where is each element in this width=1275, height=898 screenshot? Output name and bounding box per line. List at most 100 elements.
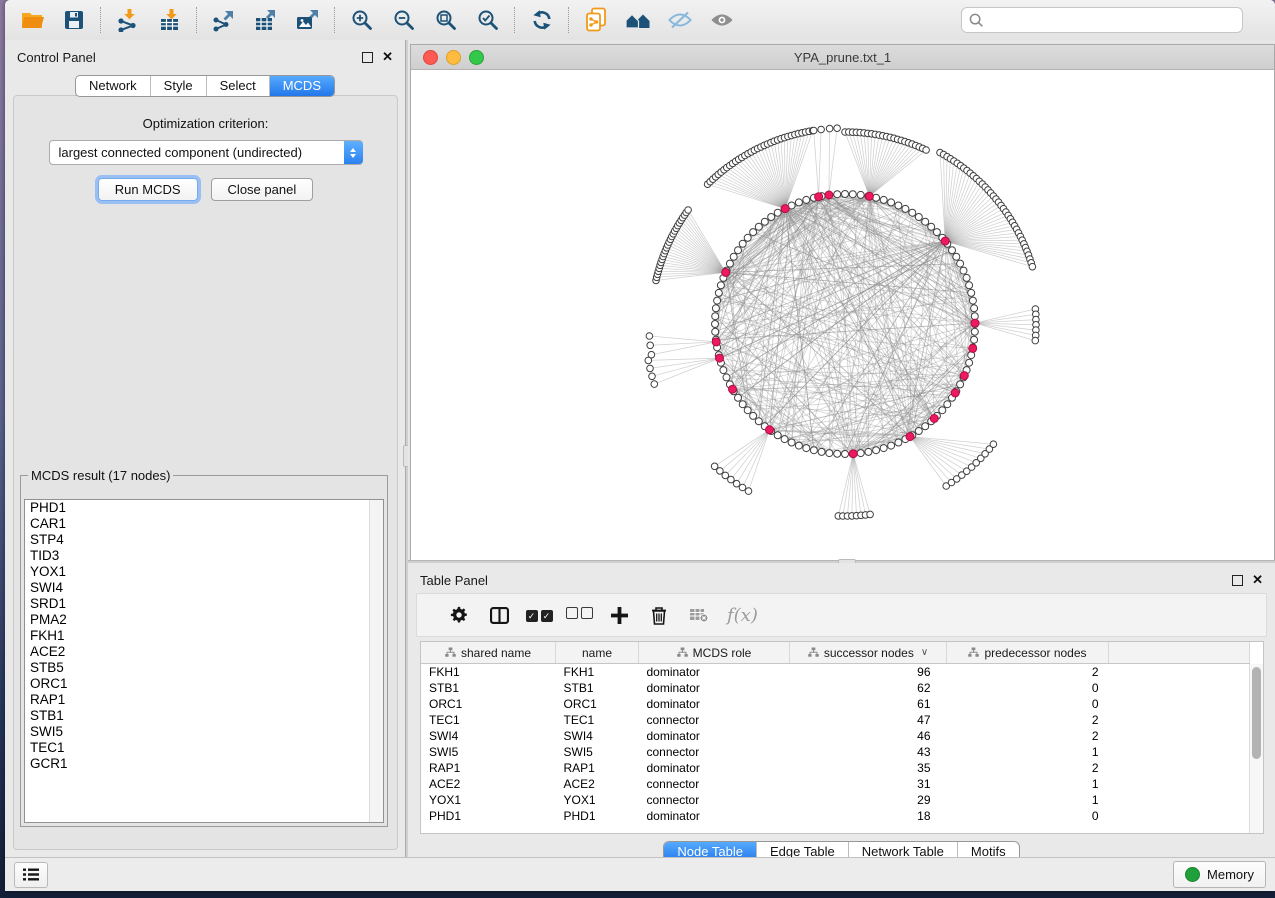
result-node-item[interactable]: STB1 [25,708,383,724]
control-panel-tabs: NetworkStyleSelectMCDS [75,75,335,97]
column-view-button[interactable] [479,607,519,624]
result-node-item[interactable]: FKH1 [25,628,383,644]
close-panel-button[interactable]: Close panel [211,178,314,201]
network-window-titlebar[interactable]: YPA_prune.txt_1 [411,45,1274,70]
zoom-selected-button[interactable] [467,4,509,36]
mcds-result-group: MCDS result (17 nodes) PHD1CAR1STP4TID3Y… [20,468,388,827]
zoom-out-button[interactable] [383,4,425,36]
column-header-successor-nodes[interactable]: successor nodes∨ [790,642,947,664]
network-window-title: YPA_prune.txt_1 [411,50,1274,65]
export-table-icon [254,8,278,32]
add-column-button[interactable] [599,607,639,624]
table-row[interactable]: SWI5SWI5connector431 [421,744,1250,760]
refresh-layout-button[interactable] [521,4,563,36]
memory-status-icon [1185,867,1200,882]
result-list-scrollbar[interactable] [369,500,383,822]
result-node-item[interactable]: SWI4 [25,580,383,596]
network-graph [411,70,1274,560]
column-header-name[interactable]: name [556,642,639,664]
hide-selected-button[interactable] [659,4,701,36]
import-network-button[interactable] [107,4,149,36]
dropdown-stepper-icon [344,141,363,164]
show-all-button[interactable] [701,4,743,36]
result-node-item[interactable]: STP4 [25,532,383,548]
table-row[interactable]: SWI4SWI4dominator462 [421,728,1250,744]
tab-mcds[interactable]: MCDS [269,76,334,96]
close-table-panel-icon[interactable]: ✕ [1252,575,1263,585]
column-header-predecessor-nodes[interactable]: predecessor nodes [947,642,1109,664]
mcds-result-title: MCDS result (17 nodes) [28,468,173,483]
result-node-item[interactable]: RAP1 [25,692,383,708]
network-window: YPA_prune.txt_1 [410,44,1275,561]
tab-network[interactable]: Network [76,76,150,96]
result-node-item[interactable]: CAR1 [25,516,383,532]
run-mcds-button[interactable]: Run MCDS [98,178,198,201]
result-node-item[interactable]: SWI5 [25,724,383,740]
trash-icon [651,606,667,625]
table-row[interactable]: PHD1PHD1dominator180 [421,808,1250,824]
float-panel-icon[interactable] [362,52,373,63]
table-row[interactable]: RAP1RAP1dominator352 [421,760,1250,776]
memory-button[interactable]: Memory [1173,861,1266,888]
duplicate-network-button[interactable] [575,4,617,36]
zoom-fit-button[interactable] [425,4,467,36]
export-image-button[interactable] [287,4,329,36]
criterion-dropdown-value: largest connected component (undirected) [50,145,344,160]
gear-icon [450,606,468,624]
result-node-item[interactable]: PMA2 [25,612,383,628]
result-node-item[interactable]: YOX1 [25,564,383,580]
memory-label: Memory [1207,867,1254,882]
result-node-item[interactable]: STB5 [25,660,383,676]
result-node-item[interactable]: ORC1 [25,676,383,692]
duplicate-network-icon [584,7,608,33]
right-pane: YPA_prune.txt_1 Table Panel [408,40,1275,858]
first-neighbors-button[interactable] [617,4,659,36]
tab-select[interactable]: Select [206,76,269,96]
column-type-icon [677,647,688,658]
deselect-all-button[interactable] [559,606,599,624]
result-node-item[interactable]: GCR1 [25,756,383,772]
export-table-button[interactable] [245,4,287,36]
export-network-icon [212,8,236,32]
import-table-icon [158,8,182,32]
table-panel-title: Table Panel [420,573,488,588]
toolbar-separator [568,7,570,33]
tab-style[interactable]: Style [150,76,206,96]
column-header-filler [1109,642,1250,664]
select-all-button[interactable]: ✓✓ [519,606,559,624]
task-history-button[interactable] [14,862,48,888]
float-table-panel-icon[interactable] [1232,575,1243,586]
network-canvas[interactable] [411,70,1274,561]
table-row[interactable]: YOX1YOX1connector291 [421,792,1250,808]
table-scrollbar[interactable] [1249,664,1263,833]
table-row[interactable]: ORC1ORC1dominator610 [421,696,1250,712]
export-network-button[interactable] [203,4,245,36]
import-table-button[interactable] [149,4,191,36]
toolbar-separator [100,7,102,33]
result-node-item[interactable]: TEC1 [25,740,383,756]
search-box [961,7,1243,33]
column-header-shared-name[interactable]: shared name [421,642,556,664]
result-node-item[interactable]: SRD1 [25,596,383,612]
mcds-result-list[interactable]: PHD1CAR1STP4TID3YOX1SWI4SRD1PMA2FKH1ACE2… [24,499,384,823]
disabled-table-icon [689,607,709,623]
save-session-button[interactable] [53,4,95,36]
zoom-out-icon [392,8,416,32]
table-row[interactable]: ACE2ACE2connector311 [421,776,1250,792]
disabled-table-button [679,607,719,623]
result-node-item[interactable]: ACE2 [25,644,383,660]
result-node-item[interactable]: PHD1 [25,500,383,516]
zoom-in-button[interactable] [341,4,383,36]
search-input[interactable] [989,12,1235,29]
table-settings-button[interactable] [439,606,479,624]
table-scrollbar-thumb[interactable] [1252,667,1261,759]
delete-column-button[interactable] [639,606,679,625]
close-panel-icon[interactable]: ✕ [382,52,393,62]
table-row[interactable]: FKH1FKH1dominator962 [421,664,1250,681]
result-node-item[interactable]: TID3 [25,548,383,564]
column-header-MCDS-role[interactable]: MCDS role [639,642,790,664]
table-row[interactable]: TEC1TEC1connector472 [421,712,1250,728]
open-file-button[interactable] [11,4,53,36]
criterion-dropdown[interactable]: largest connected component (undirected) [49,140,363,165]
table-row[interactable]: STB1STB1dominator620 [421,680,1250,696]
